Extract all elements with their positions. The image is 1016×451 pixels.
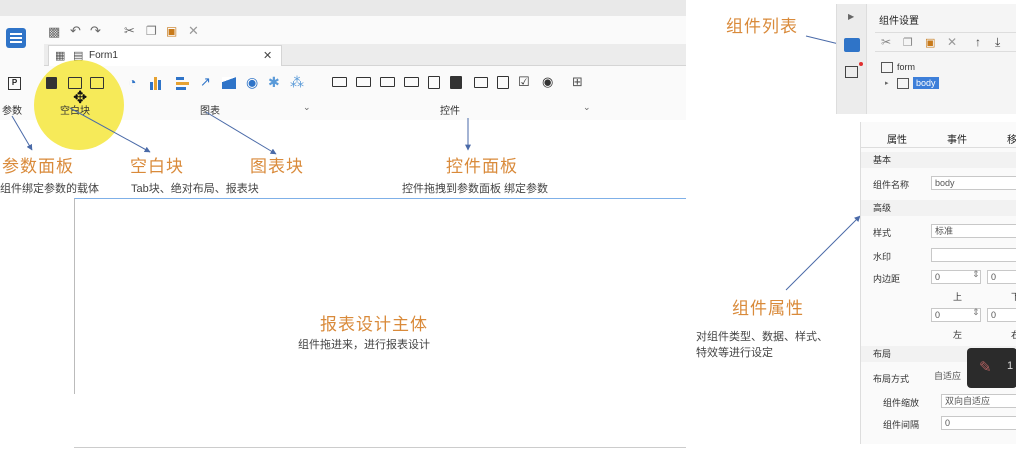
move-up-icon[interactable]: ↑ xyxy=(975,35,981,49)
component-tree-tab-icon[interactable] xyxy=(844,38,860,52)
pen-tool-icon: ✎ xyxy=(979,359,992,376)
padding-left-label: 左 xyxy=(953,330,963,340)
collapse-arrow-icon[interactable]: ▶ xyxy=(848,12,854,21)
padding-top-label: 上 xyxy=(953,292,963,302)
style-select[interactable]: 标准 xyxy=(931,224,1016,238)
settings-toolbar: ✂ ❐ ▣ ✕ ↑ ⤓ xyxy=(875,32,1016,52)
component-settings-panel: ▶ 组件设置 ✂ ❐ ▣ ✕ ↑ ⤓ form ▸ body xyxy=(836,4,1016,114)
settings-cut-icon[interactable]: ✂ xyxy=(881,35,891,49)
form-node-icon xyxy=(881,62,893,73)
tab-move[interactable]: 移 xyxy=(1007,131,1016,146)
padding-left-spinner-icon[interactable]: ⇕ xyxy=(972,307,980,318)
label-style: 样式 xyxy=(873,228,892,238)
label-component-gap: 组件间隔 xyxy=(883,420,920,430)
label-component-name: 组件名称 xyxy=(873,180,910,190)
section-basic[interactable]: 基本 xyxy=(861,152,1016,168)
component-scale-select[interactable]: 双向自适应 xyxy=(941,394,1016,408)
label-watermark: 水印 xyxy=(873,252,892,262)
arrow-blank-block xyxy=(69,107,151,153)
expand-caret-icon[interactable]: ▸ xyxy=(885,79,889,87)
settings-tab-icon[interactable] xyxy=(845,66,858,78)
tree-child-label: body xyxy=(913,77,939,89)
component-settings-title: 组件设置 xyxy=(879,16,919,27)
component-name-field[interactable]: body xyxy=(931,176,1016,190)
body-node-icon xyxy=(897,78,909,89)
property-tabs: 属性 事件 移 xyxy=(861,126,1016,148)
move-down-icon[interactable]: ⤓ xyxy=(995,35,1000,50)
settings-delete-icon[interactable]: ✕ xyxy=(947,35,957,49)
label-padding: 内边距 xyxy=(873,274,901,284)
section-advanced[interactable]: 高级 xyxy=(861,200,1016,216)
video-overlay-button[interactable]: ✎ 1 xyxy=(967,348,1016,388)
label-component-scale: 组件缩放 xyxy=(883,398,920,408)
label-layout-mode: 布局方式 xyxy=(873,374,910,384)
padding-bottom-label: 右 xyxy=(1011,330,1016,340)
padding-top-spinner-icon[interactable]: ⇕ xyxy=(972,269,980,280)
arrow-param-panel xyxy=(11,115,33,151)
arrow-chart-block xyxy=(205,111,277,155)
property-panel: 属性 事件 移 基本 组件名称 body 高级 样式 标准 水印 内边距 0 ⇕… xyxy=(860,122,1016,444)
watermark-field[interactable] xyxy=(931,248,1016,262)
overlay-number: 1 xyxy=(1007,360,1014,372)
component-gap-field[interactable]: 0 xyxy=(941,416,1016,430)
settings-side-strip: ▶ xyxy=(837,4,867,114)
settings-copy-icon[interactable]: ❐ xyxy=(903,36,913,49)
settings-tab-dot xyxy=(859,62,863,66)
tree-root-label: form xyxy=(897,62,915,72)
padding-right-field[interactable]: 0 xyxy=(987,270,1016,284)
tab-properties[interactable]: 属性 xyxy=(887,131,907,146)
padding-right-label: 下 xyxy=(1011,292,1016,302)
tree-node-body[interactable]: ▸ body xyxy=(885,77,965,92)
arrow-component-props xyxy=(785,215,861,291)
padding-bottom-field[interactable]: 0 xyxy=(987,308,1016,322)
tab-events[interactable]: 事件 xyxy=(947,131,967,146)
settings-paste-icon[interactable]: ▣ xyxy=(925,36,935,49)
